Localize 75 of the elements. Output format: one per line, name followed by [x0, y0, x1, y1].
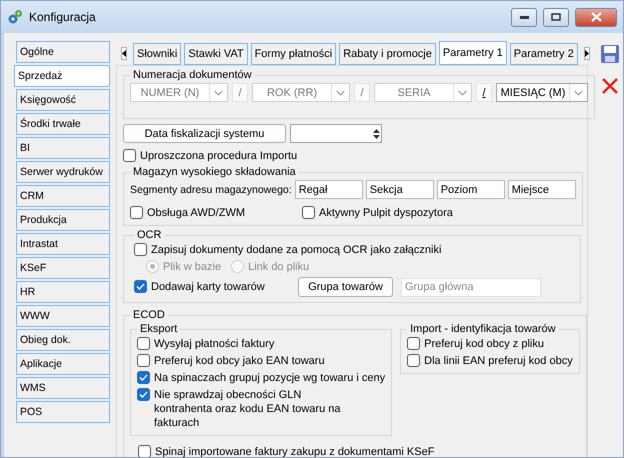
- tab[interactable]: Formy płatności: [250, 43, 336, 65]
- checkbox-label: Na spinaczach grupuj pozycje wg towaru i ceny: [154, 371, 386, 385]
- sidebar-tab[interactable]: BI: [16, 137, 110, 159]
- checkbox[interactable]: [137, 371, 150, 384]
- maximize-button[interactable]: [543, 8, 569, 26]
- radio-label: Link do pliku: [248, 260, 310, 274]
- sidebar-tab[interactable]: HR: [16, 281, 110, 303]
- group-title: OCR: [136, 229, 162, 241]
- close-icon: [590, 12, 602, 22]
- sidebar-tab[interactable]: WMS: [16, 377, 110, 399]
- input-field[interactable]: Miejsce: [508, 180, 576, 199]
- checkbox[interactable]: [134, 243, 147, 256]
- checkbox-label: Aktywny Pulpit dyspozytora: [319, 206, 453, 220]
- sidebar-tab[interactable]: WWW: [16, 305, 110, 327]
- checkbox-label: Zapisuj dokumenty dodane za pomocą OCR jako załączniki: [151, 243, 442, 257]
- window-title: Konfiguracja: [29, 10, 97, 24]
- checkbox[interactable]: [138, 445, 151, 457]
- checkbox-label: Dla linii EAN preferuj kod obcy: [424, 354, 573, 368]
- save-button[interactable]: [599, 43, 621, 65]
- checkbox-label: Nie sprawdzaj obecności GLN kontrahenta oraz kodu EAN towaru na fakturach: [154, 388, 342, 430]
- dropdown[interactable]: MIESIĄC (M): [496, 83, 588, 102]
- sidebar-tab[interactable]: Sprzedaż: [14, 65, 110, 87]
- sidebar-tab[interactable]: POS: [16, 401, 110, 423]
- sidebar-tab[interactable]: Produkcja: [16, 209, 110, 231]
- checkbox-label: Preferuj kod obcy jako EAN towaru: [154, 354, 325, 368]
- scroll-right-button[interactable]: [584, 46, 590, 60]
- checkbox-label: Dodawaj karty towarów: [151, 280, 265, 294]
- sidebar-tab[interactable]: Ogólne: [16, 41, 110, 63]
- sidebar-tab[interactable]: Serwer wydruków: [16, 161, 110, 183]
- minimize-button[interactable]: [511, 8, 537, 26]
- checkbox[interactable]: [407, 354, 420, 367]
- fiscal-date-button[interactable]: Data fiskalizacji systemu: [123, 124, 286, 143]
- tab[interactable]: Stawki VAT: [184, 43, 248, 65]
- sidebar-tab[interactable]: Księgowość: [16, 89, 110, 111]
- spinner-arrows-icon[interactable]: [372, 126, 381, 140]
- input-field[interactable]: Regał: [294, 180, 363, 199]
- group-title: Eksport: [139, 323, 178, 335]
- group-title: Numeracja dokumentów: [132, 69, 253, 81]
- field-label: Segmenty adresu magazynowego:: [130, 184, 292, 196]
- sidebar-tab[interactable]: CRM: [16, 185, 110, 207]
- checkbox[interactable]: [302, 206, 315, 219]
- input-field[interactable]: Poziom: [436, 180, 505, 199]
- tab[interactable]: Rabaty i promocje: [339, 43, 436, 65]
- sidebar-tab[interactable]: KSeF: [16, 257, 110, 279]
- tab[interactable]: Parametry 1: [438, 41, 507, 65]
- checkbox[interactable]: [134, 280, 147, 293]
- checkbox[interactable]: [123, 149, 136, 162]
- checkbox-label: Spinaj importowane faktury zakupu z dokumentami KSeF: [155, 445, 434, 457]
- checkbox-label: Wysyłaj płatności faktury: [154, 337, 274, 351]
- maximize-icon: [551, 13, 561, 21]
- checkbox[interactable]: [130, 206, 143, 219]
- group-title: ECOD: [132, 309, 166, 321]
- checkbox-label: Preferuj kod obcy z pliku: [424, 337, 544, 351]
- input-field[interactable]: Sekcja: [366, 180, 434, 199]
- checkbox[interactable]: [137, 354, 150, 367]
- sidebar-tab[interactable]: Środki trwałe: [16, 113, 110, 135]
- checkbox-label: Uproszczona procedura Importu: [140, 149, 298, 163]
- group-title: Import - identyfikacja towarów: [409, 323, 557, 335]
- close-button[interactable]: [575, 8, 617, 26]
- gears-icon: [7, 9, 23, 25]
- separator-field[interactable]: /: [476, 83, 492, 102]
- checkbox-label: Obsługa AWD/ZWM: [147, 206, 245, 220]
- scroll-left-button[interactable]: [121, 46, 127, 60]
- checkbox[interactable]: [407, 337, 420, 350]
- product-group-button[interactable]: Grupa towarów: [298, 277, 393, 297]
- tab[interactable]: Parametry 2: [510, 43, 578, 65]
- sidebar-tab[interactable]: Aplikacje: [16, 353, 110, 375]
- group-title: Magazyn wysokiego składowania: [132, 166, 297, 178]
- checkbox[interactable]: [137, 337, 150, 350]
- sidebar-tab[interactable]: Intrastat: [16, 233, 110, 255]
- checkbox[interactable]: [137, 388, 150, 401]
- minimize-icon: [520, 16, 528, 18]
- radio-label: Plik w bazie: [163, 260, 222, 274]
- tab[interactable]: Słowniki: [133, 43, 182, 65]
- sidebar-tab[interactable]: Obieg dok.: [16, 329, 110, 351]
